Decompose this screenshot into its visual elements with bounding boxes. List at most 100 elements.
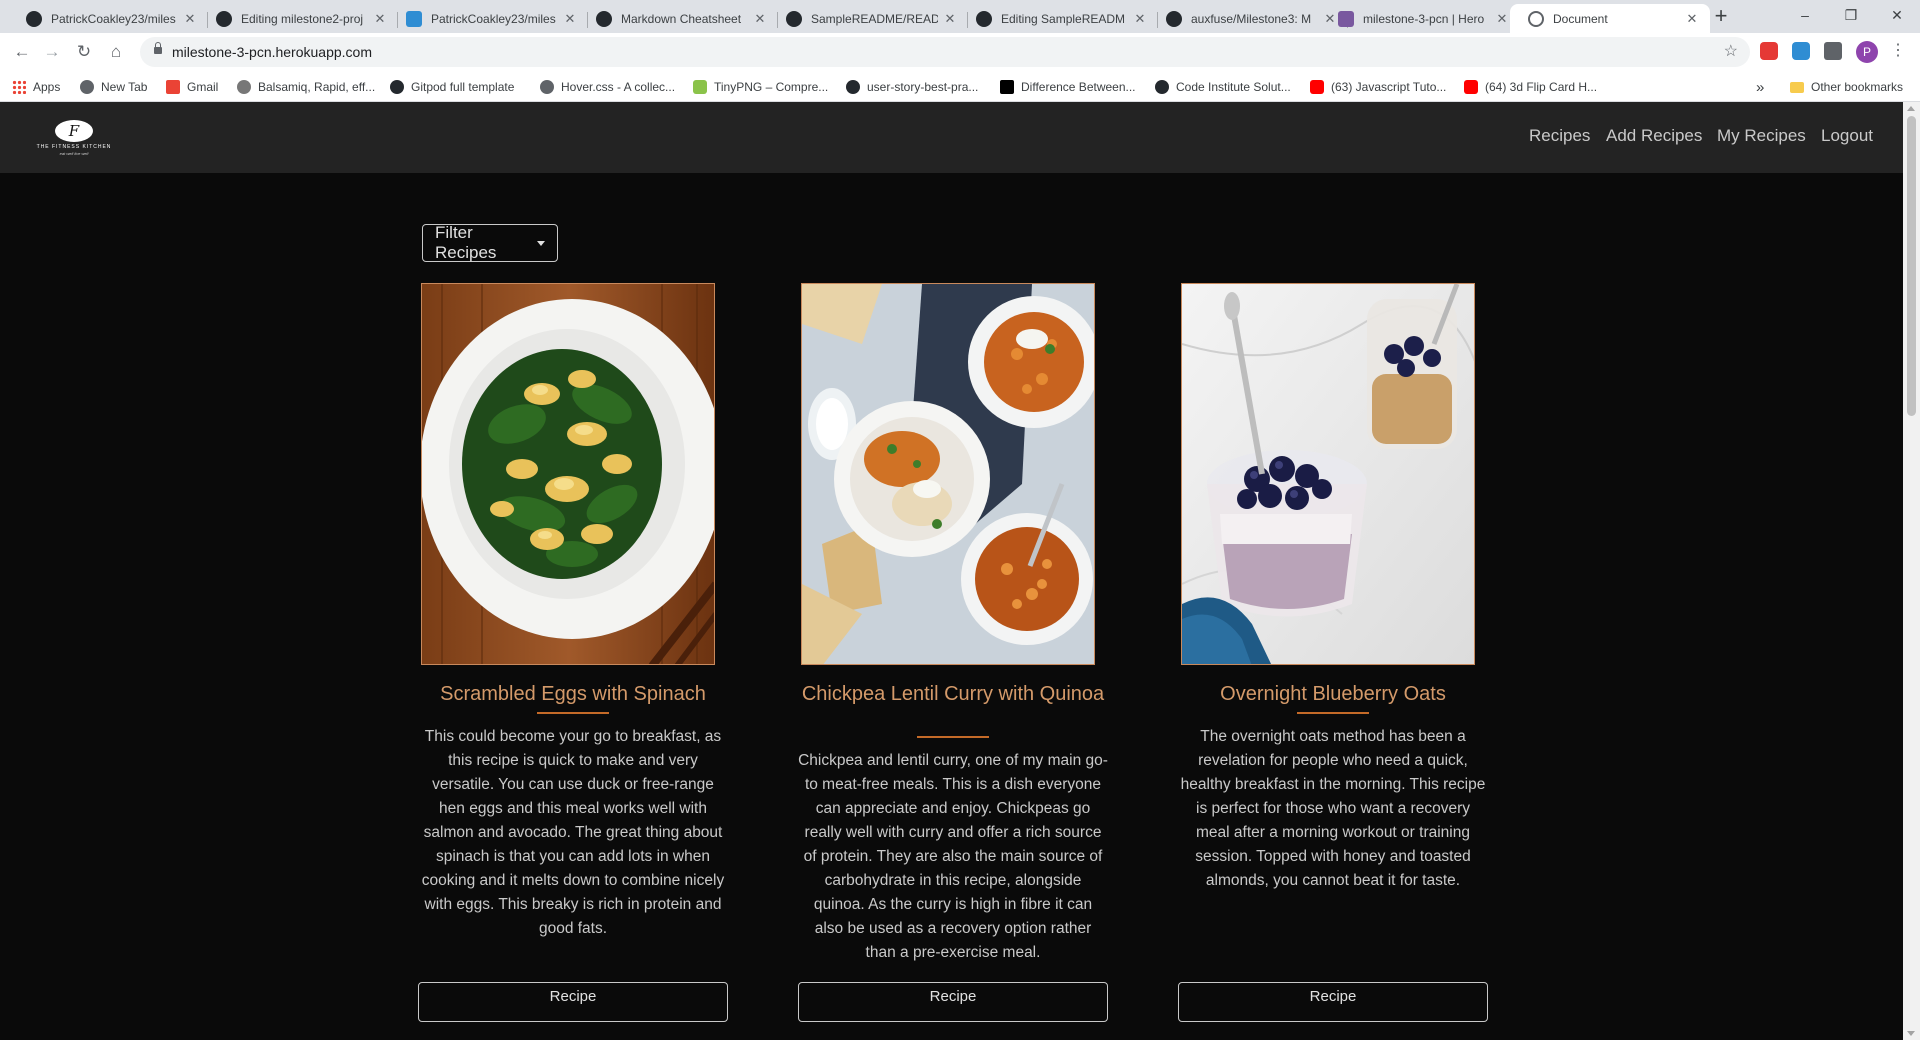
recipe-image-blueberry-oats[interactable] xyxy=(1181,283,1475,665)
globe-icon xyxy=(80,80,94,94)
recipe-button[interactable]: Recipe xyxy=(418,982,728,1022)
nav-link-logout[interactable]: Logout xyxy=(1821,126,1873,146)
tab-title: auxfuse/Milestone3: M xyxy=(1191,11,1312,26)
tab-title: Editing milestone2-proj xyxy=(241,11,364,26)
browser-toolbar: ← → ↻ ⌂ milestone-3-pcn.herokuapp.com ☆ … xyxy=(0,33,1920,71)
bookmark-item[interactable]: Hover.css - A collec... xyxy=(540,77,675,97)
browser-tab[interactable]: auxfuse/Milestone3: M ✕ xyxy=(1148,4,1348,33)
tab-title: PatrickCoakley23/miles xyxy=(51,11,176,26)
bookmark-item[interactable]: Balsamiq, Rapid, eff... xyxy=(237,77,375,97)
tab-title: SampleREADME/READM xyxy=(811,11,938,26)
recipe-description: This could become your go to breakfast, … xyxy=(421,728,725,937)
bookmark-apps[interactable]: Apps xyxy=(12,77,60,97)
logo-tagline: eat well live well xyxy=(59,151,89,156)
github-icon xyxy=(596,10,612,27)
filter-label: Filter Recipes xyxy=(435,223,497,262)
url-text: milestone-3-pcn.herokuapp.com xyxy=(172,44,372,60)
dev-icon xyxy=(1000,80,1014,94)
bookmark-item[interactable]: user-story-best-pra... xyxy=(846,77,978,97)
title-underline xyxy=(537,712,609,714)
profile-avatar[interactable]: P xyxy=(1856,41,1878,63)
minimize-button[interactable]: – xyxy=(1782,0,1828,33)
back-arrow-icon[interactable]: ← xyxy=(10,40,34,64)
browser-tab[interactable]: Editing SampleREADM ✕ xyxy=(958,4,1158,33)
site-logo[interactable]: F THE FITNESS KITCHEN eat well live well xyxy=(22,120,126,158)
recipe-title: Overnight Blueberry Oats xyxy=(1220,683,1446,705)
bookmarks-overflow-button[interactable]: » xyxy=(1756,77,1764,97)
lock-icon xyxy=(154,42,162,54)
browser-tab[interactable]: SampleREADME/READM ✕ xyxy=(768,4,968,33)
tab-title: Editing SampleREADM xyxy=(1001,11,1126,26)
bookmark-item[interactable]: (63) Javascript Tuto... xyxy=(1310,77,1446,97)
close-icon[interactable]: ✕ xyxy=(942,11,958,27)
close-window-button[interactable]: ✕ xyxy=(1874,0,1920,33)
bookmark-item[interactable]: Gmail xyxy=(166,77,218,97)
recipe-button[interactable]: Recipe xyxy=(798,982,1108,1022)
scrollbar-thumb[interactable] xyxy=(1907,116,1916,416)
youtube-icon xyxy=(1464,80,1478,94)
address-bar[interactable]: milestone-3-pcn.herokuapp.com ☆ xyxy=(140,37,1750,67)
page-scrollbar[interactable] xyxy=(1903,102,1920,1040)
forward-arrow-icon[interactable]: → xyxy=(40,40,64,64)
reload-icon[interactable]: ↻ xyxy=(72,40,96,64)
browser-tab[interactable]: Markdown Cheatsheet ✕ xyxy=(578,4,778,33)
bookmark-item[interactable]: Code Institute Solut... xyxy=(1155,77,1291,97)
github-icon xyxy=(390,80,404,94)
browser-tab-strip: PatrickCoakley23/miles ✕ Editing milesto… xyxy=(0,0,1920,33)
bookmarks-bar: Apps New Tab Gmail Balsamiq, Rapid, eff.… xyxy=(0,71,1920,102)
github-icon xyxy=(846,80,860,94)
restore-button[interactable]: ❐ xyxy=(1828,0,1874,33)
recipe-button[interactable]: Recipe xyxy=(1178,982,1488,1022)
puzzle-icon[interactable] xyxy=(1824,42,1842,60)
close-icon[interactable]: ✕ xyxy=(1132,11,1148,27)
nav-link-my-recipes[interactable]: My Recipes xyxy=(1717,126,1806,146)
scroll-up-arrow-icon[interactable] xyxy=(1907,106,1915,111)
scroll-down-arrow-icon[interactable] xyxy=(1907,1031,1915,1036)
more-menu-icon[interactable]: ⋮ xyxy=(1890,41,1906,61)
recipe-image-eggs-spinach[interactable] xyxy=(421,283,715,665)
nav-link-add-recipes[interactable]: Add Recipes xyxy=(1606,126,1702,146)
caret-down-icon xyxy=(537,240,545,246)
browser-tab[interactable]: Editing milestone2-proj ✕ xyxy=(198,4,398,33)
panda-icon xyxy=(693,80,707,94)
close-icon[interactable]: ✕ xyxy=(372,11,388,27)
close-icon[interactable]: ✕ xyxy=(562,11,578,27)
cube-icon xyxy=(406,10,422,27)
nav-link-recipes[interactable]: Recipes xyxy=(1529,126,1590,146)
browser-tab[interactable]: milestone-3-pcn | Hero ✕ xyxy=(1320,4,1520,33)
apps-grid-icon xyxy=(12,80,26,94)
folder-icon xyxy=(1790,81,1804,93)
other-bookmarks[interactable]: Other bookmarks xyxy=(1790,77,1903,97)
github-icon xyxy=(216,10,232,27)
bookmark-item[interactable]: New Tab xyxy=(80,77,147,97)
tab-title: Markdown Cheatsheet xyxy=(621,11,742,26)
bookmark-item[interactable]: Gitpod full template xyxy=(390,77,514,97)
youtube-icon xyxy=(1310,80,1324,94)
close-icon[interactable]: ✕ xyxy=(182,11,198,27)
globe-icon xyxy=(1528,10,1544,27)
title-underline xyxy=(1297,712,1369,714)
title-underline xyxy=(917,736,989,738)
browser-tab-active[interactable]: Document ✕ xyxy=(1510,4,1710,33)
bookmark-item[interactable]: TinyPNG – Compre... xyxy=(693,77,828,97)
gmail-icon xyxy=(166,80,180,94)
close-icon[interactable]: ✕ xyxy=(1494,11,1510,27)
recipe-image-chickpea-curry[interactable] xyxy=(801,283,1095,665)
bookmark-item[interactable]: (64) 3d Flip Card H... xyxy=(1464,77,1597,97)
browser-tab[interactable]: PatrickCoakley23/miles ✕ xyxy=(388,4,588,33)
extension-icon[interactable] xyxy=(1792,42,1810,60)
close-icon[interactable]: ✕ xyxy=(1684,11,1700,27)
new-tab-button[interactable]: + xyxy=(1707,4,1735,30)
recipe-description: The overnight oats method has been a rev… xyxy=(1180,728,1486,889)
github-icon xyxy=(786,10,802,27)
tab-title: PatrickCoakley23/miles xyxy=(431,11,556,26)
github-icon xyxy=(1166,10,1182,27)
filter-recipes-dropdown[interactable]: Filter Recipes xyxy=(422,223,558,262)
heroku-icon xyxy=(1338,10,1354,27)
browser-tab[interactable]: PatrickCoakley23/miles ✕ xyxy=(8,4,208,33)
extension-icon[interactable] xyxy=(1760,42,1778,60)
home-icon[interactable]: ⌂ xyxy=(104,40,128,64)
bookmark-star-icon[interactable]: ☆ xyxy=(1724,37,1738,67)
close-icon[interactable]: ✕ xyxy=(752,11,768,27)
bookmark-item[interactable]: Difference Between... xyxy=(1000,77,1136,97)
